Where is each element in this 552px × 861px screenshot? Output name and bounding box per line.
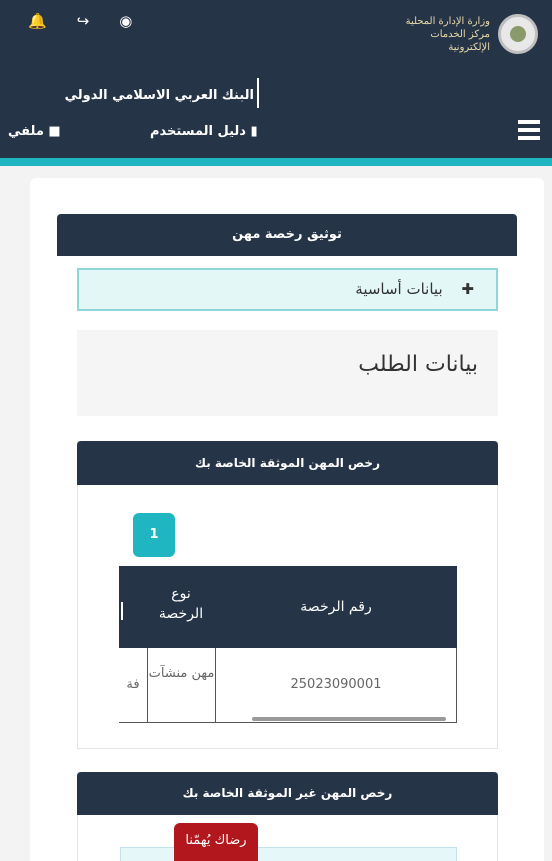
cell-license-number: 25023090001 — [215, 648, 457, 723]
nav-profile-label: ملفي — [8, 124, 44, 139]
book-icon: ▮ — [250, 124, 258, 139]
request-data-section: بيانات الطلب — [77, 330, 498, 416]
nav-profile-link[interactable]: ■ ملفي — [8, 124, 61, 139]
bell-icon[interactable]: 🔔 — [28, 12, 47, 30]
logo-text: وزارة الإدارة المحلية مركز الخدمات الإلك… — [405, 15, 490, 53]
satisfaction-button[interactable]: رضاك يُهمّنا — [174, 823, 258, 861]
menu-icon[interactable] — [518, 120, 540, 140]
cell-license-type: مهن منشآت — [147, 648, 215, 723]
bank-divider — [257, 78, 259, 108]
user-icon: ■ — [48, 124, 61, 139]
top-icons: 🔔 ↪ ◉ — [28, 12, 132, 30]
nav-guide-link[interactable]: ▮ دليل المستخدم — [150, 124, 258, 139]
documented-licenses-title: رخص المهن الموثقة الخاصة بك — [77, 441, 498, 485]
page-badge[interactable]: 1 — [133, 513, 175, 557]
licenses-table: رقم الرخصة نوع الرخصة 25023090001 مهن من… — [119, 566, 457, 728]
main-panel-title: توثيق رخصة مهن — [57, 214, 517, 256]
info-box — [120, 847, 457, 861]
bank-name: البنك العربي الاسلامي الدولي — [64, 88, 254, 103]
header-stripe — [0, 158, 552, 166]
horizontal-scrollbar[interactable] — [252, 717, 446, 721]
logo-seal-icon — [498, 14, 538, 54]
ministry-logo[interactable]: وزارة الإدارة المحلية مركز الخدمات الإلك… — [398, 14, 538, 54]
undocumented-licenses-title: رخص المهن غير الموثقة الخاصة بك — [77, 772, 498, 815]
plus-icon: ✚ — [461, 280, 474, 298]
accordion-label: بيانات أساسية — [355, 280, 443, 298]
accordion-basic-data[interactable]: ✚ بيانات أساسية — [77, 268, 498, 311]
logout-icon[interactable]: ↪ — [77, 12, 90, 30]
cell-truncated: فة — [119, 648, 147, 723]
column-header-truncated — [119, 566, 147, 648]
globe-icon[interactable]: ◉ — [119, 12, 132, 30]
nav-guide-label: دليل المستخدم — [150, 124, 246, 139]
column-header-license-number: رقم الرخصة — [215, 566, 457, 648]
request-title: بيانات الطلب — [358, 352, 478, 377]
column-header-license-type: نوع الرخصة — [147, 566, 215, 648]
